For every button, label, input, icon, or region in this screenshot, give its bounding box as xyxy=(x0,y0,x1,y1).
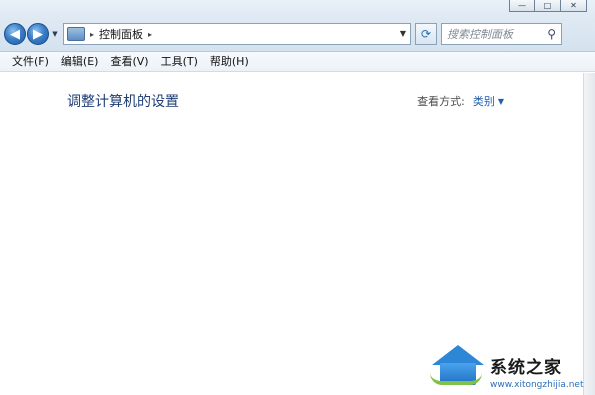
maximize-button[interactable]: □ xyxy=(535,0,561,12)
breadcrumb-separator-icon[interactable]: ▸ xyxy=(148,30,152,39)
watermark-url: www.xitongzhijia.net xyxy=(490,380,584,390)
recent-pages-dropdown[interactable]: ▼ xyxy=(50,23,60,45)
menu-tools[interactable]: 工具(T) xyxy=(155,52,204,72)
address-dropdown-icon[interactable]: ▼ xyxy=(400,29,406,38)
window-chrome: — □ ✕ ◀ ▶ ▼ ▸ 控制面板 ▸ ▼ ⟳ 搜索控制面板 ⚲ xyxy=(0,0,595,52)
navigation-bar: ◀ ▶ ▼ ▸ 控制面板 ▸ ▼ ⟳ 搜索控制面板 ⚲ xyxy=(4,22,591,46)
menu-file[interactable]: 文件(F) xyxy=(6,52,55,72)
view-mode: 查看方式: 类别 ▼ xyxy=(417,93,504,109)
house-logo-icon xyxy=(428,343,488,391)
control-panel-icon xyxy=(67,27,85,41)
breadcrumb-separator-icon[interactable]: ▸ xyxy=(90,30,94,39)
back-button[interactable]: ◀ xyxy=(4,23,26,45)
refresh-icon: ⟳ xyxy=(420,27,432,41)
minimize-button[interactable]: — xyxy=(509,0,535,12)
search-placeholder: 搜索控制面板 xyxy=(447,28,513,41)
breadcrumb-control-panel[interactable]: 控制面板 xyxy=(99,26,143,42)
menu-bar: 文件(F) 编辑(E) 查看(V) 工具(T) 帮助(H) xyxy=(0,52,595,72)
page-title: 调整计算机的设置 xyxy=(67,94,179,110)
view-mode-label: 查看方式: xyxy=(417,95,465,108)
close-button[interactable]: ✕ xyxy=(561,0,587,12)
search-input[interactable]: 搜索控制面板 ⚲ xyxy=(441,23,562,45)
menu-view[interactable]: 查看(V) xyxy=(104,52,154,72)
chevron-down-icon[interactable]: ▼ xyxy=(498,97,504,106)
caption-buttons: — □ ✕ xyxy=(509,0,587,12)
watermark-title: 系统之家 xyxy=(490,358,562,378)
watermark: 系统之家 www.xitongzhijia.net xyxy=(428,343,595,395)
menu-help[interactable]: 帮助(H) xyxy=(204,52,255,72)
refresh-button[interactable]: ⟳ xyxy=(415,23,437,45)
address-bar[interactable]: ▸ 控制面板 ▸ ▼ xyxy=(63,23,411,45)
view-mode-dropdown[interactable]: 类别 xyxy=(473,93,495,109)
search-icon[interactable]: ⚲ xyxy=(547,27,556,41)
menu-edit[interactable]: 编辑(E) xyxy=(55,52,105,72)
forward-button[interactable]: ▶ xyxy=(27,23,49,45)
